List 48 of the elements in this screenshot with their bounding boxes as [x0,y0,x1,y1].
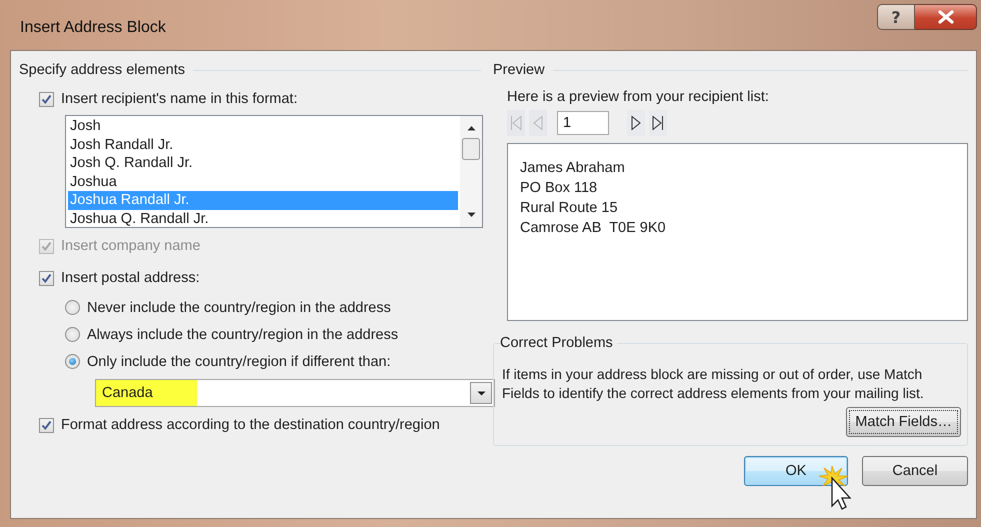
record-field[interactable]: 1 [557,111,609,135]
next-record-icon [631,115,641,131]
address-line: PO Box 118 [520,179,598,198]
group-title: Specify address elements [19,62,186,78]
help-button[interactable]: ? [877,4,915,30]
match-fields-button[interactable]: Match Fields… [846,407,961,437]
close-icon [936,10,954,24]
checkbox-label: Insert company name [61,238,200,254]
help-text: If items in your address block are missing or out of order, use Match Fields to identify the correct address elements from your mailing list. [502,365,925,403]
list-item[interactable]: Josh Randall Jr. [68,136,458,154]
list-item[interactable]: Josh Q. Randall Jr. [68,154,458,172]
country-dropdown[interactable]: Canada [95,379,495,407]
address-line: James Abraham [520,159,626,178]
checkbox[interactable] [39,92,54,106]
radio-button[interactable] [65,327,80,342]
checkbox-label: Insert postal address: [61,270,200,286]
dropdown-value: Canada [96,380,197,406]
preview-intro: Here is a preview from your recipient list: [507,89,770,105]
last-record-button[interactable] [649,110,667,136]
first-record-icon [510,115,522,131]
address-line: Rural Route 15 [520,199,619,218]
radio-label: Never include the country/region in the address [87,300,391,316]
checkbox-label: Insert recipient's name in this format: [61,91,298,107]
radio-button[interactable] [65,354,80,369]
checkbox[interactable] [39,270,54,286]
cancel-button[interactable]: Cancel [862,456,968,486]
scroll-thumb[interactable] [462,138,480,160]
group-title: Preview [493,62,545,78]
next-record-button[interactable] [627,110,645,136]
name-format-list[interactable]: Josh Josh Randall Jr. Josh Q. Randall Jr. Joshua Joshua Randall Jr. Joshua Q. Randall Jr. [65,115,483,228]
scroll-down-icon [466,212,476,218]
scrollbar[interactable] [460,116,482,227]
radio-button[interactable] [65,300,80,315]
window-title: Insert Address Block [20,18,167,37]
ok-button[interactable]: OK [744,456,848,486]
caret-icon [476,390,486,396]
radio-label: Only include the country/region if different than: [87,354,391,370]
radio-label: Always include the country/region in the address [87,326,398,342]
list-item[interactable]: Joshua [68,172,458,191]
list-item[interactable]: Joshua Q. Randall Jr. [68,210,458,228]
close-button[interactable] [915,4,977,30]
address-line: Camrose AB T0E 9K0 [520,219,667,238]
list-item[interactable]: Josh [68,117,458,136]
last-record-icon [652,115,664,131]
scroll-up-icon [466,125,476,131]
previous-record-icon [533,115,543,131]
checkbox-label: Format address according to the destination country/region [61,417,440,433]
checkbox[interactable] [39,418,54,432]
